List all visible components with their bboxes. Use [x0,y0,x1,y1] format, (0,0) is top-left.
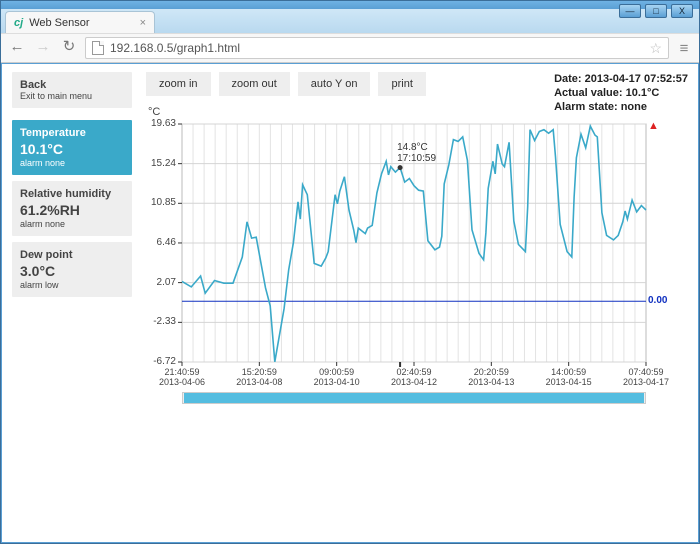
browser-tab[interactable]: cj Web Sensor × [5,11,155,33]
x-tick: 15:20:592013-04-08 [229,367,289,387]
y-tick: 15.24 [146,158,176,169]
sidebar-back[interactable]: Back Exit to main menu [12,72,132,108]
sidebar-back-title: Back [20,79,124,91]
sidebar: Back Exit to main menu Temperature 10.1°C… [12,72,132,532]
data-marker-label: 14.8°C17:10:59 [397,142,436,164]
card-alarm: alarm none [20,219,124,229]
nav-reload-button[interactable]: ↻ [59,38,79,58]
x-tick: 02:40:592013-04-12 [384,367,444,387]
info-date: Date: 2013-04-17 07:52:57 [554,72,688,86]
browser-window: — □ X cj Web Sensor × ← → ↻ ☆ ≡ Back Exi… [0,0,700,544]
y-tick: -6.72 [146,356,176,367]
page-content: Back Exit to main menu Temperature 10.1°C… [2,64,698,542]
y-tick: 2.07 [146,277,176,288]
address-bar: ← → ↻ ☆ ≡ [1,33,699,63]
page-icon [92,41,104,55]
tab-title: Web Sensor [29,17,89,29]
y-tick: 6.46 [146,237,176,248]
card-value: 61.2%RH [20,202,124,218]
browser-menu-button[interactable]: ≡ [675,40,693,57]
print-button[interactable]: print [378,72,425,96]
alarm-indicator-icon: ▲ [648,120,659,132]
y-tick: 19.63 [146,118,176,129]
maximize-button[interactable]: □ [645,4,667,18]
zero-line-label: 0.00 [648,295,667,306]
title-bar [1,1,699,9]
x-tick: 07:40:592013-04-17 [616,367,676,387]
chart-area: °C 19.63 15.24 10.85 6.46 2.07 -2.33 -6.72 21:… [146,98,688,532]
card-alarm: alarm low [20,280,124,290]
auto-y-button[interactable]: auto Y on [298,72,371,96]
tab-close-icon[interactable]: × [140,17,146,29]
zoom-out-button[interactable]: zoom out [219,72,290,96]
zoom-in-button[interactable]: zoom in [146,72,211,96]
nav-forward-button[interactable]: → [33,38,53,58]
minimize-button[interactable]: — [619,4,641,18]
sidebar-card-dew-point[interactable]: Dew point 3.0°Calarm low [12,242,132,297]
y-tick: 10.85 [146,197,176,208]
tab-strip: cj Web Sensor × [1,9,699,33]
sidebar-card-temperature[interactable]: Temperature 10.1°Calarm none [12,120,132,175]
close-button[interactable]: X [671,4,693,18]
y-tick: -2.33 [146,316,176,327]
window-controls: — □ X [619,4,693,18]
card-title: Relative humidity [20,188,124,200]
favicon: cj [14,17,23,29]
card-value: 3.0°C [20,263,124,279]
x-tick: 21:40:592013-04-06 [152,367,212,387]
sidebar-back-sub: Exit to main menu [20,91,124,101]
nav-back-button[interactable]: ← [7,38,27,58]
url-input[interactable] [110,41,643,55]
card-title: Dew point [20,249,124,261]
chart-scrollbar[interactable] [182,392,646,404]
sidebar-card-relative-humidity[interactable]: Relative humidity 61.2%RHalarm none [12,181,132,236]
main-panel: zoom in zoom out auto Y on print Date: 2… [146,72,688,532]
y-axis-unit: °C [148,106,160,118]
card-alarm: alarm none [20,158,124,168]
card-value: 10.1°C [20,141,124,157]
chart-scrollbar-handle[interactable] [184,393,644,403]
x-tick: 09:00:592013-04-10 [307,367,367,387]
card-title: Temperature [20,127,124,139]
x-tick: 14:00:592013-04-15 [539,367,599,387]
x-tick: 20:20:592013-04-13 [461,367,521,387]
bookmark-star-icon[interactable]: ☆ [649,40,662,57]
url-box[interactable]: ☆ [85,37,669,59]
